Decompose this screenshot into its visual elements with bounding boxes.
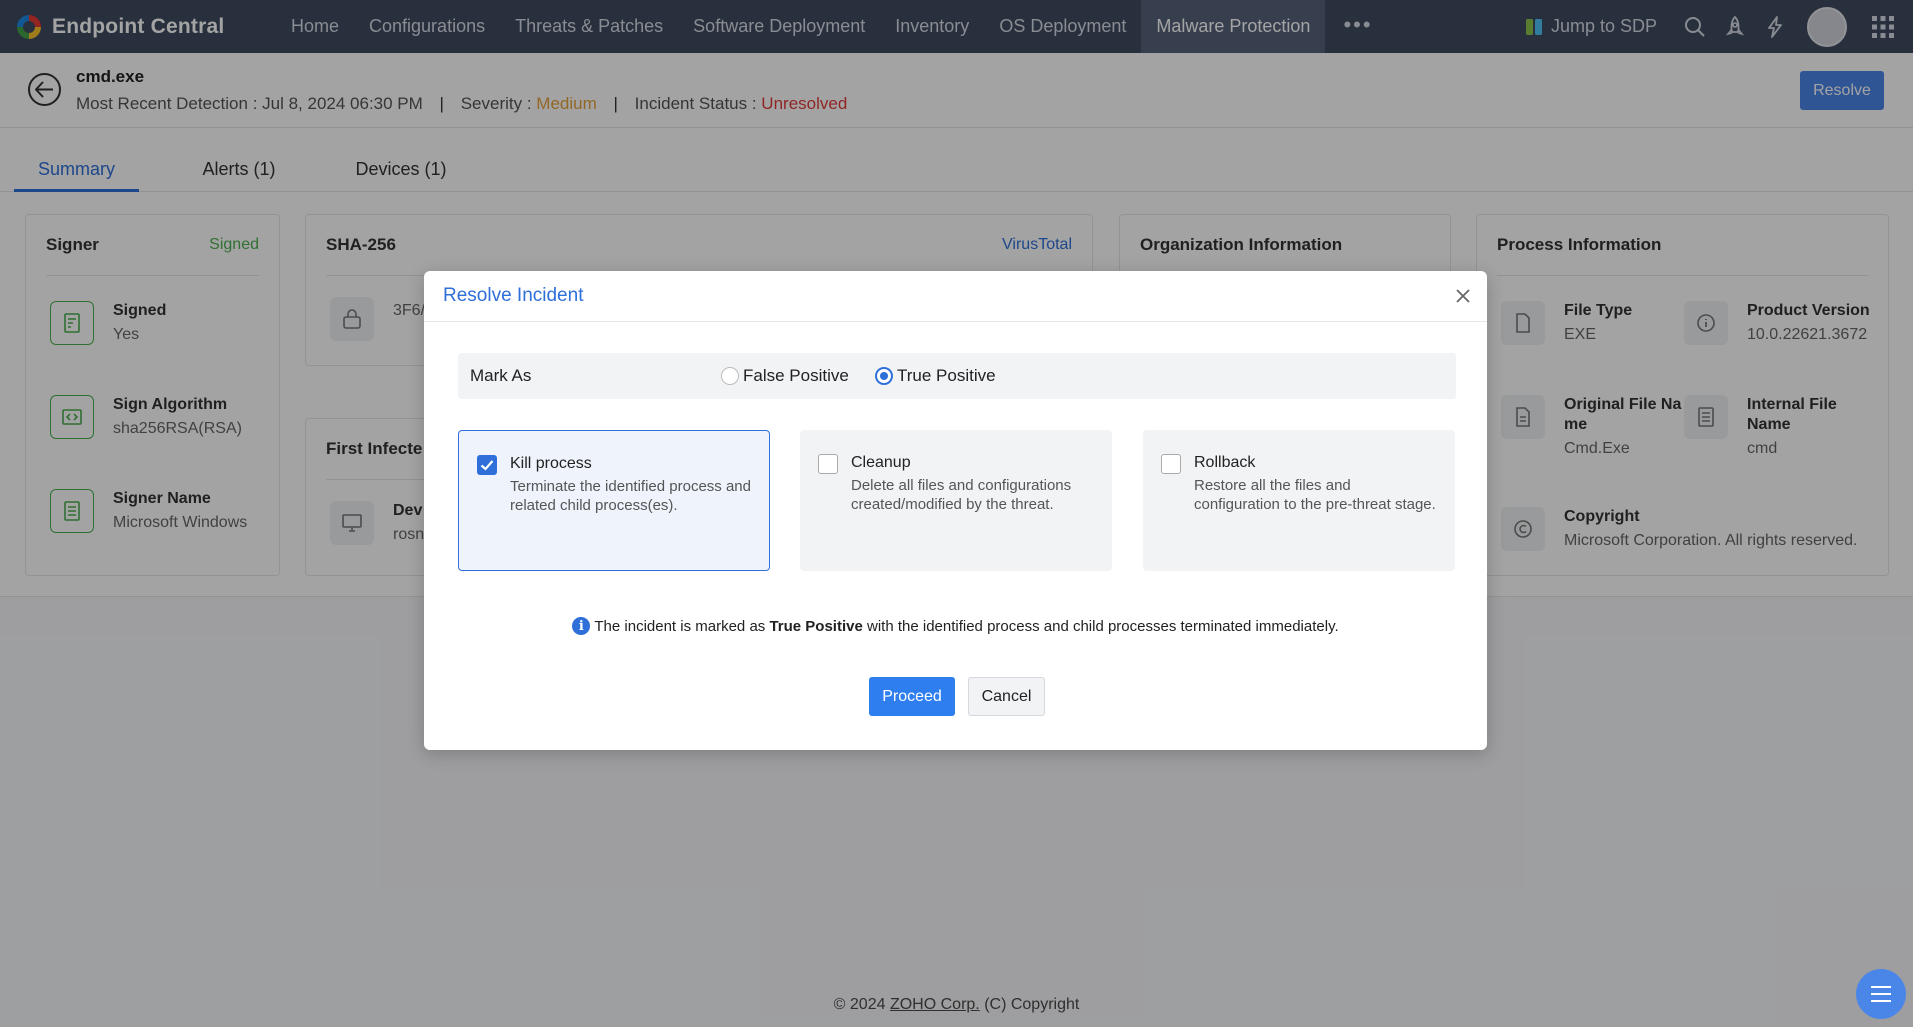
- info-prefix: The incident is marked as: [594, 617, 770, 635]
- resolve-incident-dialog: Resolve Incident Mark As False Positive …: [424, 271, 1487, 750]
- option-description: Terminate the identified process and rel…: [510, 478, 751, 514]
- false-positive-radio[interactable]: False Positive: [721, 366, 849, 386]
- radio-label: True Positive: [897, 366, 996, 385]
- rollback-checkbox[interactable]: [1161, 454, 1181, 474]
- kill-process-checkbox[interactable]: [477, 455, 497, 475]
- chat-button[interactable]: [1856, 969, 1906, 1019]
- true-positive-radio[interactable]: True Positive: [875, 366, 996, 386]
- checkmark-icon: [480, 460, 494, 471]
- info-bold: True Positive: [769, 617, 863, 635]
- mark-as-label: Mark As: [470, 366, 532, 385]
- mark-as-row: Mark As False Positive True Positive: [458, 353, 1456, 399]
- radio-button[interactable]: [875, 367, 893, 385]
- option-title: Cleanup: [851, 454, 911, 471]
- option-title: Rollback: [1194, 454, 1256, 471]
- proceed-button[interactable]: Proceed: [869, 677, 955, 716]
- close-icon[interactable]: [1455, 288, 1471, 304]
- dialog-title: Resolve Incident: [443, 285, 584, 306]
- cleanup-checkbox[interactable]: [818, 454, 838, 474]
- info-icon: i: [572, 617, 591, 635]
- menu-lines-icon: [1871, 986, 1891, 1002]
- radio-button[interactable]: [721, 367, 739, 385]
- info-message: i The incident is marked as True Positiv…: [424, 617, 1487, 635]
- option-title: Kill process: [510, 455, 592, 472]
- option-description: Delete all files and configurations crea…: [851, 477, 1072, 513]
- dialog-header: Resolve Incident: [424, 271, 1487, 322]
- rollback-option[interactable]: Rollback Restore all the files and confi…: [1143, 430, 1455, 571]
- kill-process-option[interactable]: Kill process Terminate the identified pr…: [458, 430, 770, 571]
- option-description: Restore all the files and configuration …: [1194, 477, 1436, 513]
- info-suffix: with the identified process and child pr…: [862, 617, 1339, 635]
- cancel-button[interactable]: Cancel: [968, 677, 1045, 716]
- cleanup-option[interactable]: Cleanup Delete all files and configurati…: [800, 430, 1112, 571]
- radio-label: False Positive: [743, 366, 849, 385]
